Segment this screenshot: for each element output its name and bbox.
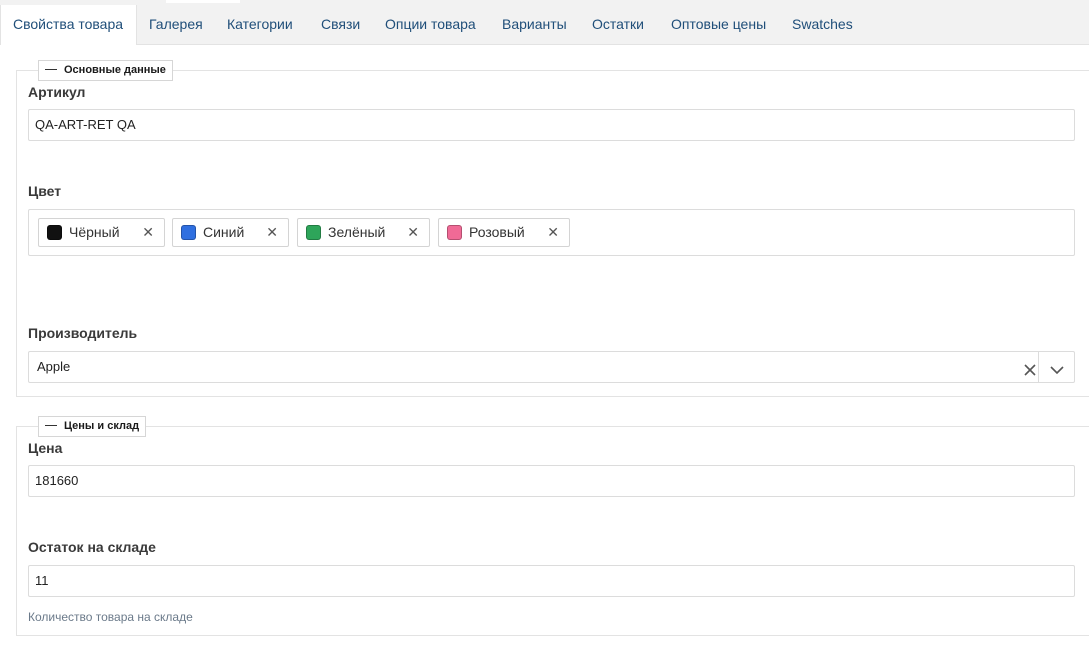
tab-hover-indicator: [166, 0, 240, 3]
price-input[interactable]: 181660: [28, 465, 1075, 497]
color-swatch: [181, 225, 196, 240]
manufacturer-select[interactable]: Apple: [28, 351, 1075, 383]
stock-qty-help: Количество товара на складе: [28, 610, 193, 624]
tab-categories[interactable]: Категории: [227, 5, 293, 45]
color-chip-label: Чёрный: [69, 224, 120, 240]
color-label: Цвет: [28, 183, 62, 199]
basic-data-legend-label: Основные данные: [64, 64, 166, 76]
tab-wholesale-prices[interactable]: Оптовые цены: [671, 5, 766, 45]
basic-data-section: Основные данные Артикул QA-ART-RET QA Цв…: [16, 60, 1089, 397]
prices-stock-legend[interactable]: Цены и склад: [38, 416, 147, 437]
color-chip-blue: Синий ✕: [172, 218, 289, 247]
sku-input[interactable]: QA-ART-RET QA: [28, 109, 1075, 141]
stock-qty-label: Остаток на складе: [28, 539, 156, 555]
manufacturer-value: Apple: [37, 359, 71, 374]
price-label: Цена: [28, 440, 63, 456]
color-swatch: [447, 225, 462, 240]
select-separator: [1038, 352, 1039, 382]
close-icon[interactable]: ✕: [266, 219, 278, 246]
minus-icon: [45, 68, 57, 70]
tab-swatches[interactable]: Swatches: [792, 5, 853, 45]
color-tag-input[interactable]: Чёрный ✕ Синий ✕ Зелёный ✕ Розовый ✕: [28, 209, 1075, 256]
close-icon[interactable]: ✕: [407, 219, 419, 246]
tab-product-options[interactable]: Опции товара: [385, 5, 476, 45]
color-chip-label: Розовый: [469, 224, 525, 240]
color-chip-pink: Розовый ✕: [438, 218, 570, 247]
color-chip-label: Синий: [203, 224, 245, 240]
close-icon[interactable]: ✕: [142, 219, 154, 246]
color-swatch: [47, 225, 62, 240]
tab-gallery[interactable]: Галерея: [149, 5, 203, 45]
stock-qty-input[interactable]: 11: [28, 565, 1075, 597]
close-icon[interactable]: ✕: [547, 219, 559, 246]
color-swatch: [306, 225, 321, 240]
manufacturer-label: Производитель: [28, 325, 138, 341]
tab-stock[interactable]: Остатки: [592, 5, 644, 45]
minus-icon: [45, 424, 57, 426]
prices-stock-section: Цены и склад Цена 181660 Остаток на скла…: [16, 416, 1089, 636]
color-chip-label: Зелёный: [328, 224, 386, 240]
color-chip-black: Чёрный ✕: [38, 218, 165, 247]
tab-variants[interactable]: Варианты: [502, 5, 567, 45]
tab-product-properties[interactable]: Свойства товара: [0, 5, 137, 46]
tab-relations[interactable]: Связи: [321, 5, 360, 45]
basic-data-legend[interactable]: Основные данные: [38, 60, 173, 81]
color-chip-green: Зелёный ✕: [297, 218, 430, 247]
sku-label: Артикул: [28, 84, 86, 100]
tab-bar: Свойства товара Галерея Категории Связи …: [0, 0, 1089, 46]
chevron-down-icon[interactable]: [1048, 359, 1066, 375]
close-icon[interactable]: [1022, 359, 1038, 376]
prices-stock-legend-label: Цены и склад: [64, 420, 140, 432]
